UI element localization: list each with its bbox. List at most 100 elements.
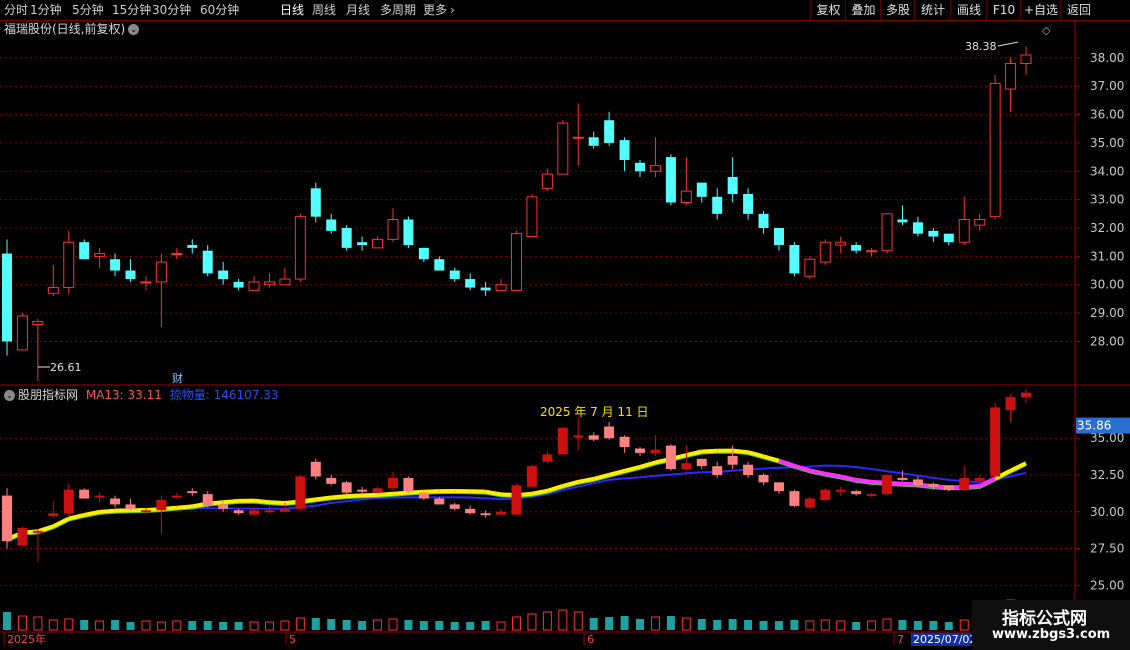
sub-candle-body xyxy=(1021,392,1031,398)
volume-bar xyxy=(373,619,383,631)
sub-candle-body xyxy=(449,504,460,509)
sub-candle-body xyxy=(789,491,800,506)
volume-bar xyxy=(542,611,552,631)
candle xyxy=(140,276,152,291)
sub-tick-label: 27.50 xyxy=(1090,542,1124,556)
volume-bar xyxy=(512,616,521,631)
sub-candle-body xyxy=(187,491,198,494)
sub-candle xyxy=(110,495,121,508)
sub-candle xyxy=(758,473,769,486)
candle xyxy=(958,196,970,246)
candle xyxy=(2,239,12,356)
candle-body xyxy=(171,253,183,256)
candle xyxy=(665,154,676,206)
candle-body xyxy=(187,245,198,248)
candle-body xyxy=(712,196,723,214)
candle-body xyxy=(79,242,90,260)
sub-candle-body xyxy=(357,489,368,492)
sub-candle xyxy=(2,488,12,549)
sub-candle-body xyxy=(511,485,522,515)
sub-candle xyxy=(604,422,615,440)
sub-candle-body xyxy=(897,477,908,480)
candle-body xyxy=(743,193,754,214)
volume-bar xyxy=(759,621,768,630)
ma-band-segment xyxy=(732,448,749,455)
sub-candle-body xyxy=(434,498,445,505)
sub-candle-body xyxy=(372,488,383,493)
candle xyxy=(263,273,275,288)
sub-candle-body xyxy=(79,489,90,499)
sub-candle-body xyxy=(990,407,1001,477)
finance-marker: 财 xyxy=(172,371,183,385)
candle-body xyxy=(403,219,414,246)
candle xyxy=(511,230,522,291)
sub-candle-body xyxy=(928,483,939,487)
candle-body xyxy=(387,219,399,240)
sub-candle-body xyxy=(63,489,74,514)
sub-candle xyxy=(743,461,754,478)
candle-body xyxy=(32,321,44,325)
candle xyxy=(233,279,244,291)
candle xyxy=(1020,46,1032,75)
candle-body xyxy=(943,233,954,243)
volume-bar xyxy=(203,621,212,630)
candle xyxy=(912,216,923,237)
sub-candle-body xyxy=(943,485,954,490)
diamond-icon: ◇ xyxy=(1042,24,1051,37)
sub-candle-body xyxy=(125,504,136,509)
candle-body xyxy=(604,120,615,143)
volume-bar xyxy=(728,619,737,630)
volume-bar xyxy=(219,622,228,630)
candle xyxy=(125,259,136,282)
sub-candle-body xyxy=(557,427,568,455)
sub-candle-body xyxy=(696,458,707,467)
candle-body xyxy=(897,219,908,223)
sub-candle xyxy=(418,492,429,500)
main-tick-label: 36.00 xyxy=(1090,108,1124,122)
candle-body xyxy=(248,281,260,291)
candle-body xyxy=(2,253,12,342)
sub-candle-body xyxy=(851,491,862,495)
volume-bar xyxy=(234,622,243,630)
main-tick-label: 33.00 xyxy=(1090,193,1124,207)
candle xyxy=(928,228,939,243)
sub-candle xyxy=(496,508,507,515)
sub-candle-body xyxy=(743,464,754,475)
volume-bar xyxy=(342,620,351,630)
sub-candle xyxy=(526,464,537,487)
sub-candle-body xyxy=(326,477,337,484)
candle xyxy=(403,216,414,248)
candle xyxy=(218,262,229,285)
candle-body xyxy=(480,287,491,291)
volume-bar xyxy=(558,609,568,631)
sub-candle-body xyxy=(820,489,831,500)
candle-body xyxy=(140,281,152,284)
volume-bar xyxy=(358,621,367,630)
sub-candle-body xyxy=(310,461,321,477)
candle-body xyxy=(680,190,692,203)
candle xyxy=(187,239,198,254)
sub-candle xyxy=(1005,394,1016,423)
sub-candle xyxy=(804,497,815,509)
sub-candle xyxy=(357,486,368,495)
time-axis-label: 2025年 xyxy=(7,632,46,646)
sub-candle-body xyxy=(542,454,553,462)
sub-candle-body xyxy=(32,530,43,533)
ma-band-segment xyxy=(222,498,239,505)
chart-canvas[interactable]: 28.00 29.00 30.00 31.00 32.00 33.00 34.00 35.00… xyxy=(0,0,1130,650)
sub-candle xyxy=(465,505,476,515)
sub-candle-body xyxy=(156,500,167,511)
candle-body xyxy=(804,258,816,277)
candle xyxy=(943,233,954,246)
volume-bar xyxy=(188,621,197,630)
candle xyxy=(680,157,692,206)
time-axis-label: 6 xyxy=(587,633,594,646)
candle-body xyxy=(434,259,445,271)
candle xyxy=(372,236,384,249)
sub-candle-body xyxy=(835,489,846,492)
candle xyxy=(804,256,816,280)
candle xyxy=(357,236,368,251)
sub-candle-body xyxy=(171,495,182,498)
candle xyxy=(866,247,878,257)
sub-candle-body xyxy=(94,495,105,498)
